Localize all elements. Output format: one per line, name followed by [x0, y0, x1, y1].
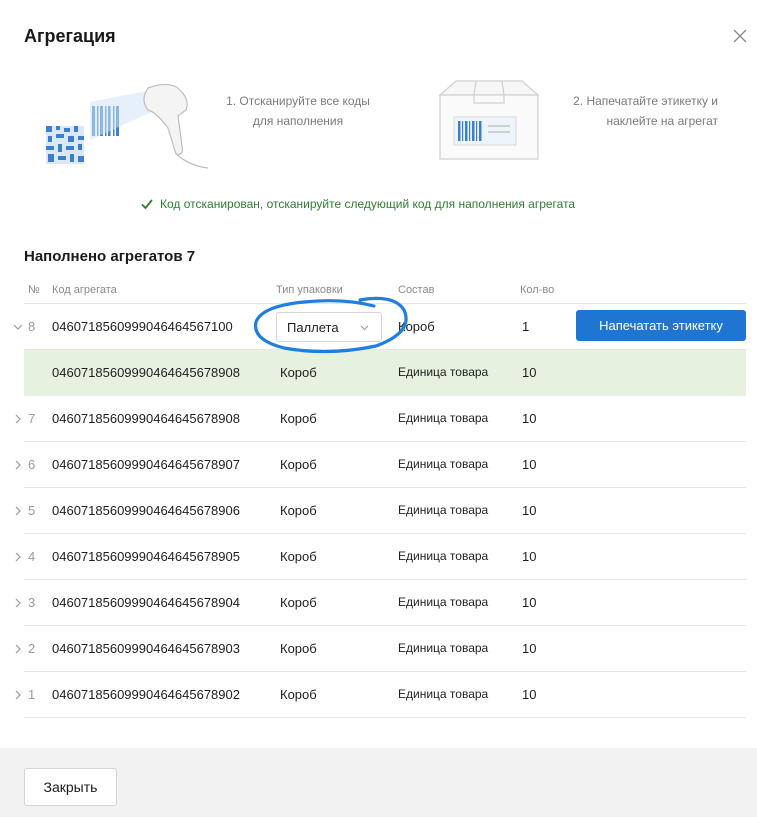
instruction-step-2: 2. Напечатайте этикетку и наклейте на аг… — [573, 94, 718, 128]
quantity: 10 — [522, 503, 537, 518]
aggregates-table: № Код агрегата Тип упаковки Состав Кол-в… — [13, 280, 746, 718]
aggregate-code: 04607185609990464645678905 — [52, 549, 240, 564]
aggregate-code: 0460718560999046464567100 — [52, 319, 233, 334]
quantity: 10 — [522, 365, 537, 380]
chevron-right-icon[interactable] — [12, 458, 24, 472]
composition: Единица товара — [398, 549, 489, 563]
row-number: 8 — [28, 319, 36, 334]
table-row[interactable]: 6 04607185609990464645678907 Короб Единица … — [15, 442, 746, 488]
chevron-down-icon — [360, 325, 369, 331]
package-type: Короб — [280, 641, 317, 656]
dialog-footer: Закрыть — [0, 748, 757, 817]
column-num: № — [28, 284, 40, 296]
aggregate-code: 04607185609990464645678902 — [52, 687, 240, 702]
composition: Единица товара — [398, 457, 489, 471]
chevron-right-icon[interactable] — [12, 596, 24, 610]
quantity: 10 — [522, 549, 537, 564]
row-number: 2 — [28, 641, 36, 656]
composition: Единица товара — [398, 411, 489, 425]
package-type: Короб — [280, 365, 317, 380]
aggregate-code: 04607185609990464645678904 — [52, 595, 240, 610]
aggregate-code: 04607185609990464645678908 — [52, 365, 240, 380]
table-subrow: 04607185609990464645678908 Короб Единица… — [24, 350, 746, 396]
quantity: 10 — [522, 411, 537, 426]
chevron-right-icon[interactable] — [12, 412, 24, 426]
quantity: 10 — [522, 641, 537, 656]
aggregate-code: 04607185609990464645678907 — [52, 457, 240, 472]
quantity: 10 — [522, 595, 537, 610]
composition: Единица товара — [398, 687, 489, 701]
quantity: 10 — [522, 457, 537, 472]
column-composition: Состав — [398, 284, 435, 296]
package-type: Короб — [280, 687, 317, 702]
chevron-right-icon[interactable] — [12, 688, 24, 702]
package-type-select[interactable]: Паллета — [276, 312, 382, 342]
table-row[interactable]: 4 04607185609990464645678905 Короб Единица … — [15, 534, 746, 580]
row-number: 6 — [28, 457, 36, 472]
column-code: Код агрегата — [52, 284, 117, 296]
aggregate-code: 04607185609990464645678908 — [52, 411, 240, 426]
print-label-button[interactable]: Напечатать этикетку — [576, 310, 746, 341]
package-type-selected: Паллета — [287, 320, 339, 335]
barcode-scanner-illustration — [46, 83, 209, 169]
scan-status-message: Код отсканирован, отсканируйте следующий… — [140, 197, 575, 211]
table-row[interactable]: 2 04607185609990464645678903 Короб Единица … — [15, 626, 746, 672]
row-number: 7 — [28, 411, 36, 426]
column-package-type: Тип упаковки — [276, 284, 343, 296]
close-button[interactable]: Закрыть — [24, 768, 117, 806]
chevron-right-icon[interactable] — [12, 504, 24, 518]
instruction-step-1: 1. Отсканируйте все коды для наполнения — [226, 94, 370, 128]
row-number: 4 — [28, 549, 36, 564]
composition: Единица товара — [398, 641, 489, 655]
chevron-right-icon[interactable] — [12, 550, 24, 564]
row-number: 3 — [28, 595, 36, 610]
quantity: 10 — [522, 687, 537, 702]
close-icon[interactable] — [731, 27, 749, 45]
composition: Единица товара — [398, 365, 489, 379]
aggregate-code: 04607185609990464645678906 — [52, 503, 240, 518]
table-header: № Код агрегата Тип упаковки Состав Кол-в… — [24, 280, 746, 304]
composition: Короб — [398, 319, 435, 334]
table-row-active[interactable]: 8 0460718560999046464567100 Паллета Коро… — [13, 304, 746, 350]
column-quantity: Кол-во — [520, 284, 555, 296]
checkmark-icon — [141, 199, 153, 210]
dialog-title: Агрегация — [24, 26, 116, 46]
aggregate-code: 04607185609990464645678903 — [52, 641, 240, 656]
aggregates-count-title: Наполнено агрегатов 7 — [24, 248, 196, 265]
package-type: Короб — [280, 549, 317, 564]
aggregation-dialog: Агрегация 1. Отсканируйте все коды для н… — [0, 0, 757, 817]
chevron-down-icon[interactable] — [12, 320, 24, 334]
row-number: 1 — [28, 687, 36, 702]
composition: Единица товара — [398, 503, 489, 517]
chevron-right-icon[interactable] — [12, 642, 24, 656]
labeled-box-illustration — [438, 80, 540, 160]
table-row[interactable]: 3 04607185609990464645678904 Короб Единица … — [15, 580, 746, 626]
row-number: 5 — [28, 503, 36, 518]
table-row[interactable]: 7 04607185609990464645678908 Короб Единица … — [15, 396, 746, 442]
table-row[interactable]: 5 04607185609990464645678906 Короб Единица … — [15, 488, 746, 534]
package-type: Короб — [280, 457, 317, 472]
status-text: Код отсканирован, отсканируйте следующий… — [160, 197, 576, 211]
package-type: Короб — [280, 503, 317, 518]
package-type: Короб — [280, 595, 317, 610]
package-type: Короб — [280, 411, 317, 426]
composition: Единица товара — [398, 595, 489, 609]
table-row[interactable]: 1 04607185609990464645678902 Короб Единица … — [15, 672, 746, 718]
quantity: 1 — [522, 319, 530, 334]
